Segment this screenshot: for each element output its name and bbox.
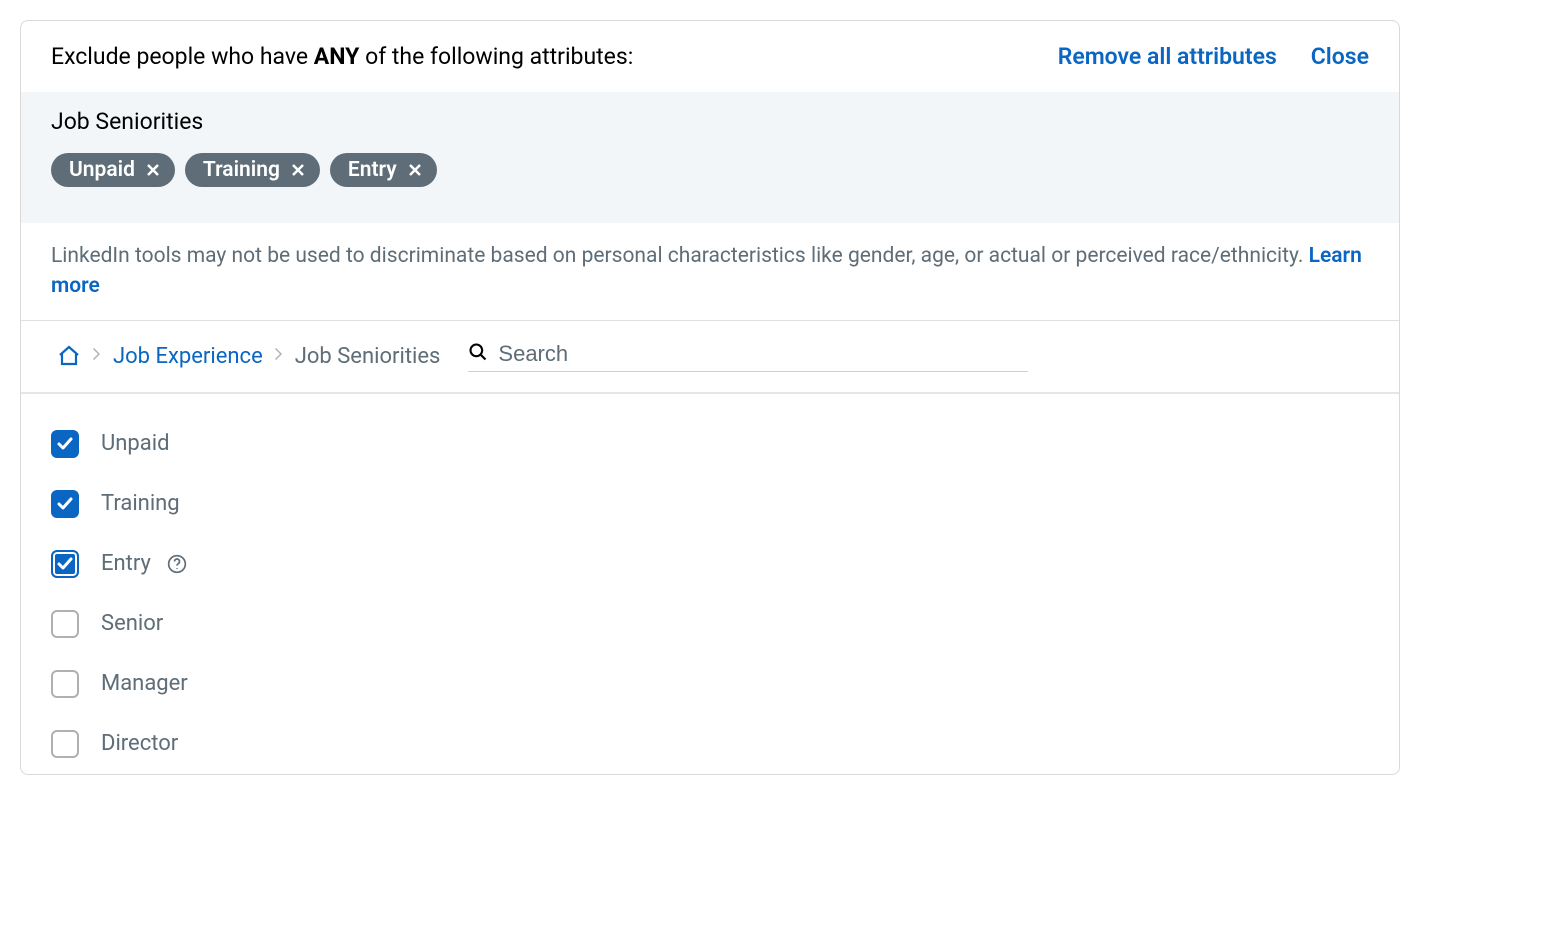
disclaimer: LinkedIn tools may not be used to discri… [21,223,1399,321]
panel-header: Exclude people who have ANY of the follo… [21,21,1399,92]
checkbox[interactable] [51,430,79,458]
close-button[interactable]: Close [1311,43,1369,70]
checkbox[interactable] [51,670,79,698]
breadcrumb-link-job-experience[interactable]: Job Experience [113,344,263,369]
option-label: Entry [101,551,151,576]
title-suffix: of the following attributes: [359,43,633,70]
title-bold: ANY [314,43,360,70]
checkbox[interactable] [51,550,79,578]
panel-title: Exclude people who have ANY of the follo… [51,43,633,70]
search-input[interactable] [498,341,1028,367]
chip-entry: Entry [330,153,437,187]
help-icon[interactable] [167,554,187,574]
breadcrumb-current: Job Seniorities [295,344,441,369]
search-icon [468,342,488,366]
option-row-entry: Entry [51,534,1369,594]
chevron-right-icon [275,348,283,364]
chips-row: Unpaid Training Entry [51,153,1369,187]
option-row-manager: Manager [51,654,1369,714]
option-row-training: Training [51,474,1369,534]
option-label: Senior [101,611,163,636]
title-prefix: Exclude people who have [51,43,314,70]
option-row-unpaid: Unpaid [51,414,1369,474]
checkbox[interactable] [51,490,79,518]
chevron-right-icon [93,348,101,364]
disclaimer-text: LinkedIn tools may not be used to discri… [51,244,1309,268]
remove-all-button[interactable]: Remove all attributes [1058,43,1277,70]
chip-label: Unpaid [69,158,135,182]
option-row-senior: Senior [51,594,1369,654]
close-icon[interactable] [290,162,306,178]
options-list: Unpaid Training Entry Senior [21,394,1399,774]
chip-unpaid: Unpaid [51,153,175,187]
option-label: Director [101,731,178,756]
chip-label: Training [203,158,280,182]
option-label: Unpaid [101,431,170,456]
header-actions: Remove all attributes Close [1058,43,1369,70]
option-row-director: Director [51,714,1369,774]
option-label: Manager [101,671,188,696]
search-field[interactable] [468,341,1028,372]
checkbox[interactable] [51,610,79,638]
close-icon[interactable] [145,162,161,178]
chip-training: Training [185,153,320,187]
chips-section-title: Job Seniorities [51,108,1369,135]
breadcrumb: Job Experience Job Seniorities [21,321,1399,394]
checkbox[interactable] [51,730,79,758]
selected-chips-section: Job Seniorities Unpaid Training Entry [21,92,1399,223]
exclude-attributes-panel: Exclude people who have ANY of the follo… [20,20,1400,775]
option-label: Training [101,491,180,516]
home-icon[interactable] [57,344,81,368]
close-icon[interactable] [407,162,423,178]
chip-label: Entry [348,158,397,182]
